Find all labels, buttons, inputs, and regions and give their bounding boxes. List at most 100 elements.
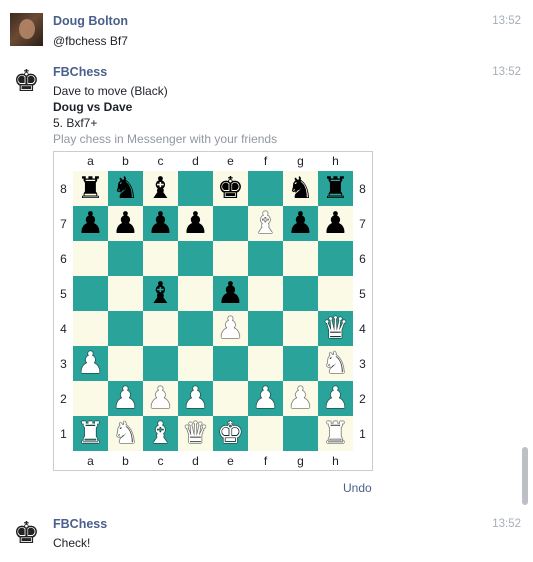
square-e3[interactable] bbox=[213, 346, 248, 381]
black-rook-icon[interactable]: ♜ bbox=[77, 171, 104, 206]
square-f7[interactable]: ♝ bbox=[248, 206, 283, 241]
square-e1[interactable]: ♚ bbox=[213, 416, 248, 451]
white-queen-icon[interactable]: ♛ bbox=[182, 416, 209, 451]
undo-button[interactable]: Undo bbox=[343, 481, 372, 495]
square-f4[interactable] bbox=[248, 311, 283, 346]
square-h6[interactable] bbox=[318, 241, 353, 276]
square-g2[interactable]: ♟ bbox=[283, 381, 318, 416]
square-e7[interactable] bbox=[213, 206, 248, 241]
square-g4[interactable] bbox=[283, 311, 318, 346]
square-g1[interactable] bbox=[283, 416, 318, 451]
square-g3[interactable] bbox=[283, 346, 318, 381]
square-d5[interactable] bbox=[178, 276, 213, 311]
white-pawn-icon[interactable]: ♟ bbox=[322, 381, 349, 416]
square-a4[interactable] bbox=[73, 311, 108, 346]
square-f3[interactable] bbox=[248, 346, 283, 381]
square-h5[interactable] bbox=[318, 276, 353, 311]
white-king-icon[interactable]: ♚ bbox=[217, 416, 244, 451]
square-d4[interactable] bbox=[178, 311, 213, 346]
white-pawn-icon[interactable]: ♟ bbox=[147, 381, 174, 416]
square-f8[interactable] bbox=[248, 171, 283, 206]
square-d3[interactable] bbox=[178, 346, 213, 381]
square-h4[interactable]: ♛ bbox=[318, 311, 353, 346]
square-b3[interactable] bbox=[108, 346, 143, 381]
avatar[interactable] bbox=[10, 13, 43, 46]
square-d8[interactable] bbox=[178, 171, 213, 206]
square-b5[interactable] bbox=[108, 276, 143, 311]
square-b7[interactable]: ♟ bbox=[108, 206, 143, 241]
scrollbar-thumb[interactable] bbox=[522, 447, 528, 505]
black-knight-icon[interactable]: ♞ bbox=[287, 171, 314, 206]
square-b8[interactable]: ♞ bbox=[108, 171, 143, 206]
app-promo-text[interactable]: Play chess in Messenger with your friend… bbox=[53, 132, 277, 146]
square-f5[interactable] bbox=[248, 276, 283, 311]
white-bishop-icon[interactable]: ♝ bbox=[252, 206, 279, 241]
square-b2[interactable]: ♟ bbox=[108, 381, 143, 416]
white-knight-icon[interactable]: ♞ bbox=[322, 346, 349, 381]
square-c1[interactable]: ♝ bbox=[143, 416, 178, 451]
square-h1[interactable]: ♜ bbox=[318, 416, 353, 451]
square-g6[interactable] bbox=[283, 241, 318, 276]
square-e2[interactable] bbox=[213, 381, 248, 416]
square-b6[interactable] bbox=[108, 241, 143, 276]
square-a6[interactable] bbox=[73, 241, 108, 276]
black-rook-icon[interactable]: ♜ bbox=[322, 171, 349, 206]
black-pawn-icon[interactable]: ♟ bbox=[77, 206, 104, 241]
square-e8[interactable]: ♚ bbox=[213, 171, 248, 206]
black-pawn-icon[interactable]: ♟ bbox=[112, 206, 139, 241]
square-d7[interactable]: ♟ bbox=[178, 206, 213, 241]
square-d1[interactable]: ♛ bbox=[178, 416, 213, 451]
square-h2[interactable]: ♟ bbox=[318, 381, 353, 416]
square-g5[interactable] bbox=[283, 276, 318, 311]
white-pawn-icon[interactable]: ♟ bbox=[252, 381, 279, 416]
square-g8[interactable]: ♞ bbox=[283, 171, 318, 206]
square-a2[interactable] bbox=[73, 381, 108, 416]
square-a1[interactable]: ♜ bbox=[73, 416, 108, 451]
square-h7[interactable]: ♟ bbox=[318, 206, 353, 241]
square-e4[interactable]: ♟ bbox=[213, 311, 248, 346]
black-pawn-icon[interactable]: ♟ bbox=[147, 206, 174, 241]
square-c5[interactable]: ♝ bbox=[143, 276, 178, 311]
white-pawn-icon[interactable]: ♟ bbox=[112, 381, 139, 416]
sender-name[interactable]: Doug Bolton bbox=[53, 14, 128, 28]
square-a7[interactable]: ♟ bbox=[73, 206, 108, 241]
sender-name[interactable]: FBChess bbox=[53, 65, 107, 79]
square-f1[interactable] bbox=[248, 416, 283, 451]
white-knight-icon[interactable]: ♞ bbox=[112, 416, 139, 451]
white-rook-icon[interactable]: ♜ bbox=[322, 416, 349, 451]
square-c4[interactable] bbox=[143, 311, 178, 346]
white-pawn-icon[interactable]: ♟ bbox=[77, 346, 104, 381]
square-d2[interactable]: ♟ bbox=[178, 381, 213, 416]
black-pawn-icon[interactable]: ♟ bbox=[287, 206, 314, 241]
square-a5[interactable] bbox=[73, 276, 108, 311]
square-c2[interactable]: ♟ bbox=[143, 381, 178, 416]
white-pawn-icon[interactable]: ♟ bbox=[182, 381, 209, 416]
square-d6[interactable] bbox=[178, 241, 213, 276]
black-king-icon[interactable]: ♚ bbox=[217, 171, 244, 206]
white-pawn-icon[interactable]: ♟ bbox=[217, 311, 244, 346]
white-pawn-icon[interactable]: ♟ bbox=[287, 381, 314, 416]
white-bishop-icon[interactable]: ♝ bbox=[147, 416, 174, 451]
square-f2[interactable]: ♟ bbox=[248, 381, 283, 416]
black-knight-icon[interactable]: ♞ bbox=[112, 171, 139, 206]
chess-king-icon[interactable]: ♚ bbox=[10, 65, 43, 98]
square-c8[interactable]: ♝ bbox=[143, 171, 178, 206]
chess-king-icon[interactable]: ♚ bbox=[10, 517, 43, 550]
square-e6[interactable] bbox=[213, 241, 248, 276]
square-f6[interactable] bbox=[248, 241, 283, 276]
square-a8[interactable]: ♜ bbox=[73, 171, 108, 206]
square-a3[interactable]: ♟ bbox=[73, 346, 108, 381]
square-b1[interactable]: ♞ bbox=[108, 416, 143, 451]
sender-name[interactable]: FBChess bbox=[53, 517, 107, 531]
black-bishop-icon[interactable]: ♝ bbox=[147, 171, 174, 206]
black-pawn-icon[interactable]: ♟ bbox=[217, 276, 244, 311]
white-rook-icon[interactable]: ♜ bbox=[77, 416, 104, 451]
square-h8[interactable]: ♜ bbox=[318, 171, 353, 206]
square-c7[interactable]: ♟ bbox=[143, 206, 178, 241]
square-h3[interactable]: ♞ bbox=[318, 346, 353, 381]
square-e5[interactable]: ♟ bbox=[213, 276, 248, 311]
black-pawn-icon[interactable]: ♟ bbox=[322, 206, 349, 241]
square-c6[interactable] bbox=[143, 241, 178, 276]
black-pawn-icon[interactable]: ♟ bbox=[182, 206, 209, 241]
square-b4[interactable] bbox=[108, 311, 143, 346]
